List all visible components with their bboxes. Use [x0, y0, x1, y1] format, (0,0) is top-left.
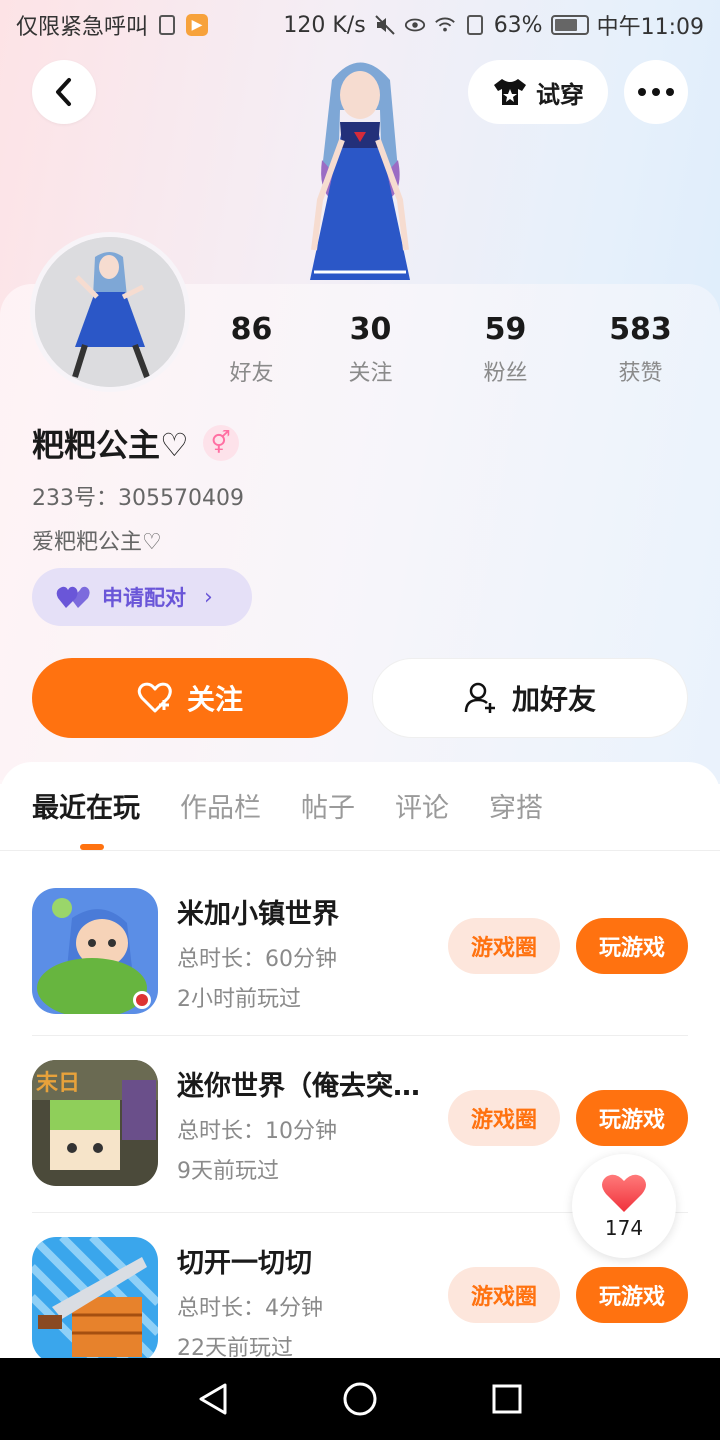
- game-icon-slice-it[interactable]: [32, 1237, 158, 1363]
- clipboard-icon: [156, 14, 178, 36]
- triangle-back-icon: [199, 1383, 227, 1415]
- tab-works[interactable]: 作品栏: [180, 786, 261, 825]
- play-game-button[interactable]: 玩游戏: [576, 1267, 688, 1323]
- game-last-played: 2小时前玩过: [177, 987, 301, 1012]
- stat-label: 粉丝: [483, 361, 528, 386]
- try-on-label: 试穿: [536, 80, 584, 109]
- stat-friends[interactable]: 86 好友: [192, 312, 311, 387]
- game-duration: 总时长：10分钟: [177, 1119, 337, 1144]
- more-dots-icon: [638, 88, 674, 96]
- mute-icon: [374, 14, 396, 36]
- add-friend-button[interactable]: 加好友: [372, 658, 688, 738]
- game-icon-miga-town[interactable]: [32, 888, 158, 1014]
- game-title: 迷你世界（俺去突…: [177, 1071, 420, 1102]
- stat-value: 30: [349, 312, 392, 347]
- user-bio: 爱粑粑公主♡: [32, 530, 162, 555]
- female-gender-icon: ⚥: [202, 425, 239, 461]
- nav-back-button[interactable]: [193, 1379, 233, 1419]
- request-pair-label: 申请配对: [102, 586, 186, 610]
- square-recents-icon: [492, 1384, 522, 1414]
- nav-home-button[interactable]: [340, 1379, 380, 1419]
- stat-label: 获赞: [618, 361, 663, 386]
- stat-following[interactable]: 30 关注: [311, 312, 430, 387]
- status-bar: 仅限紧急呼叫 ▶ 120 K/s 63% 中午11:09: [0, 0, 720, 50]
- nickname: 粑粑公主♡: [32, 426, 189, 464]
- svg-text:末日: 末日: [36, 1071, 80, 1096]
- user-id: 233号：305570409: [32, 486, 244, 511]
- tab-recently-played[interactable]: 最近在玩: [32, 786, 140, 825]
- add-friend-label: 加好友: [511, 683, 596, 716]
- chevron-left-icon: [56, 78, 71, 106]
- heart-icon: [602, 1174, 646, 1212]
- nav-recents-button[interactable]: [487, 1379, 527, 1419]
- system-nav-bar: [0, 1358, 720, 1440]
- game-duration: 总时长：4分钟: [177, 1296, 323, 1321]
- emergency-call-text: 仅限紧急呼叫: [16, 15, 149, 40]
- tab-outfits[interactable]: 穿搭: [489, 786, 543, 825]
- chevron-right-icon: ›: [204, 584, 213, 610]
- tab-posts[interactable]: 帖子: [301, 786, 355, 825]
- game-duration: 总时长：60分钟: [177, 947, 337, 972]
- wifi-icon: [434, 14, 456, 36]
- row-divider: [32, 1035, 688, 1036]
- back-button[interactable]: [32, 60, 96, 124]
- add-user-icon: [464, 682, 495, 713]
- tshirt-icon: [494, 79, 526, 105]
- heart-plus-icon: [137, 682, 172, 713]
- like-count: 174: [604, 1216, 644, 1240]
- game-info: 米加小镇世界 总时长：60分钟 2小时前玩过: [177, 892, 437, 1013]
- stat-fans[interactable]: 59 粉丝: [446, 312, 565, 387]
- game-title: 切开一切切: [177, 1248, 312, 1279]
- stat-label: 好友: [229, 361, 274, 386]
- stat-value: 59: [484, 312, 527, 347]
- tabs-divider: [0, 850, 720, 851]
- clock: 中午11:09: [596, 15, 704, 40]
- battery-percent: 63%: [493, 12, 543, 38]
- floating-like-button[interactable]: 174: [572, 1154, 676, 1258]
- game-circle-button[interactable]: 游戏圈: [448, 918, 560, 974]
- follow-label: 关注: [186, 683, 243, 716]
- profile-tabs: 最近在玩 作品栏 帖子 评论 穿搭: [32, 786, 543, 825]
- game-circle-button[interactable]: 游戏圈: [448, 1267, 560, 1323]
- game-title: 米加小镇世界: [177, 899, 339, 930]
- battery-alert-icon: [464, 14, 486, 36]
- play-game-button[interactable]: 玩游戏: [576, 918, 688, 974]
- request-pair-button[interactable]: 申请配对 ›: [32, 568, 252, 626]
- game-circle-button[interactable]: 游戏圈: [448, 1090, 560, 1146]
- home-circle-icon: [343, 1382, 377, 1416]
- stat-value: 86: [230, 312, 273, 347]
- avatar-container[interactable]: [30, 232, 190, 392]
- play-game-button[interactable]: 玩游戏: [576, 1090, 688, 1146]
- follow-button[interactable]: 关注: [32, 658, 348, 738]
- game-list-item[interactable]: 切开一切切 总时长：4分钟 22天前玩过 游戏圈 玩游戏: [32, 1237, 688, 1377]
- stat-value: 583: [609, 312, 672, 347]
- stat-likes[interactable]: 583 获赞: [581, 312, 700, 387]
- stat-label: 关注: [348, 361, 393, 386]
- eye-icon: [404, 14, 426, 36]
- avatar: [35, 237, 185, 387]
- more-options-button[interactable]: [624, 60, 688, 124]
- net-speed: 120 K/s: [283, 12, 366, 38]
- tab-comments[interactable]: 评论: [395, 786, 449, 825]
- video-app-icon: ▶: [186, 14, 209, 36]
- status-left: 仅限紧急呼叫 ▶: [16, 9, 209, 41]
- battery-icon: [550, 15, 589, 35]
- game-icon-mini-world[interactable]: 末日: [32, 1060, 158, 1186]
- game-info: 迷你世界（俺去突… 总时长：10分钟 9天前玩过: [177, 1064, 437, 1185]
- stats-row: 86 好友 30 关注 59 粉丝 583 获赞: [200, 312, 700, 387]
- double-heart-icon: [56, 586, 90, 608]
- game-info: 切开一切切 总时长：4分钟 22天前玩过: [177, 1241, 437, 1362]
- character-avatar-3d: [270, 50, 450, 290]
- status-right: 120 K/s 63% 中午11:09: [283, 9, 704, 41]
- game-list-item[interactable]: 米加小镇世界 总时长：60分钟 2小时前玩过 游戏圈 玩游戏: [32, 888, 688, 1028]
- game-last-played: 9天前玩过: [177, 1159, 279, 1184]
- nickname-row: 粑粑公主♡ ⚥: [32, 420, 239, 466]
- try-on-button[interactable]: 试穿: [468, 60, 608, 124]
